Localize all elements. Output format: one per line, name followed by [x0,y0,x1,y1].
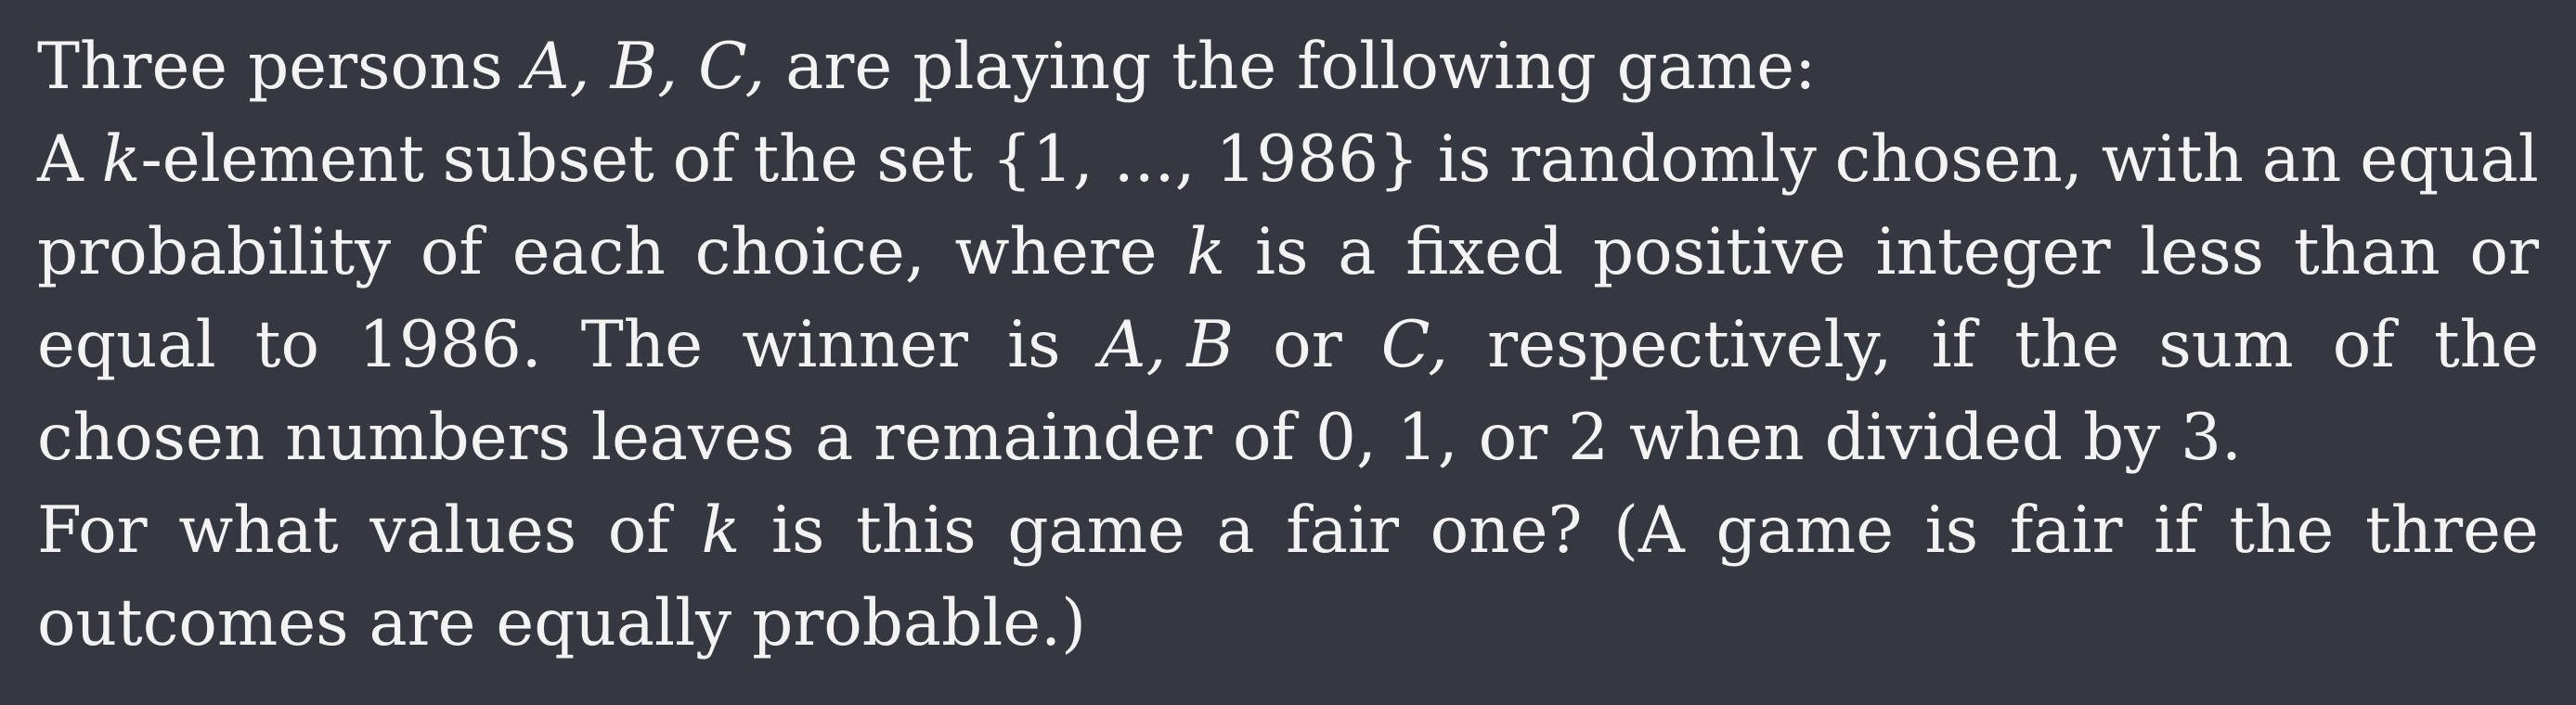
problem-word: A, B, C, [523,30,766,104]
problem-word: numbers [285,401,571,475]
problem-word: Three [37,30,228,104]
problem-word: than [2293,215,2440,289]
problem-word: (A [1613,494,1685,568]
problem-word: is [1255,215,1309,289]
problem-word: the [753,122,859,197]
problem-line-2: Ak-element subset of the set {1, ..., 1986} is… [37,113,2539,206]
problem-word: k [701,494,741,568]
problem-word: when [1628,401,1805,475]
problem-word: subset [442,122,654,197]
problem-word: {1, ..., 1986} [991,122,1419,197]
problem-word: of [2332,308,2395,382]
problem-word: a [815,401,854,475]
problem-line-5: chosen numbers leaves a remainder of 0, … [37,391,2539,484]
problem-word: For [37,494,148,568]
problem-line-7: outcomes are equally probable.) [37,577,2539,670]
problem-line-4: equal to 1986. The winner is A, B or C, respectiv… [37,299,2539,391]
problem-word: 2 [1568,401,1609,475]
problem-word: k-element [101,122,424,197]
problem-word: fair [1286,494,1400,568]
problem-word: choice, [694,215,926,289]
problem-word: playing [913,30,1152,104]
problem-word: or [2469,215,2539,289]
problem-word: if [1931,308,1976,382]
problem-word: of [607,494,670,568]
problem-word: equal [37,308,216,382]
problem-word: each [511,215,666,289]
problem-word: fixed [1405,215,1564,289]
problem-word: game: [1616,30,1817,104]
problem-word: the [2229,494,2335,568]
problem-word: three [2365,494,2539,568]
problem-word: an [2261,122,2342,197]
problem-word: values [369,494,577,568]
problem-word: the [1171,30,1277,104]
problem-word: equally [496,586,732,660]
problem-word: what [178,494,339,568]
problem-word: k [1186,215,1226,289]
problem-word: following [1297,30,1597,104]
problem-word: with [2101,122,2244,197]
problem-word: leaves [590,401,796,475]
problem-word: or [1273,308,1342,382]
problem-word: game [1715,494,1895,568]
problem-word: 0, 1, [1315,401,1458,475]
problem-line-1: Three persons A, B, C, are playing the f… [37,20,2539,113]
problem-word: is [1437,122,1492,197]
problem-word: a [1338,215,1377,289]
problem-word: game [1007,494,1185,568]
problem-word: of [1233,401,1296,475]
problem-word: chosen [37,401,265,475]
problem-word: the [2014,308,2120,382]
problem-word: a [1216,494,1255,568]
problem-word: 1986. [358,308,542,382]
problem-word: are [369,586,476,660]
problem-word: this [856,494,977,568]
problem-word: sum [2158,308,2294,382]
problem-word: probable.) [752,586,1086,660]
problem-line-3: probability of each choice, where k is a fixed po… [37,206,2539,299]
problem-word: one? [1430,494,1583,568]
problem-word: C, [1380,308,1449,382]
problem-word: set [876,122,974,197]
problem-word: divided [1824,401,2064,475]
problem-word: The [580,308,704,382]
problem-word: is [1007,308,1061,382]
problem-word: or [1478,401,1548,475]
problem-word: outcomes [37,586,349,660]
problem-word: by [2083,401,2161,475]
problem-word: probability [37,215,392,289]
problem-word: if [2154,494,2198,568]
problem-word: remainder [874,401,1213,475]
problem-word: fair [2009,494,2123,568]
problem-page: Three persons A, B, C, are playing the f… [0,0,2576,705]
problem-text: Three persons A, B, C, are playing the f… [37,20,2539,670]
problem-word: of [420,215,483,289]
problem-word: A, B [1099,308,1235,382]
problem-word: equal [2360,122,2539,197]
problem-word: positive [1592,215,1846,289]
problem-word: where [954,215,1158,289]
problem-word: integer [1875,215,2111,289]
problem-word: A [37,122,84,197]
problem-word: chosen, [1834,122,2083,197]
problem-word: persons [248,30,503,104]
problem-word: is [1924,494,1979,568]
problem-word: less [2140,215,2265,289]
problem-word: winner [742,308,968,382]
problem-word: randomly [1509,122,1817,197]
problem-word: to [254,308,320,382]
problem-word: are [785,30,893,104]
problem-word: the [2433,308,2539,382]
problem-word: is [770,494,825,568]
problem-word: of [672,122,735,197]
problem-word: respectively, [1487,308,1893,382]
problem-line-6: For what values of k is this game a fair one? (A gam… [37,484,2539,577]
problem-word: 3. [2181,401,2242,475]
